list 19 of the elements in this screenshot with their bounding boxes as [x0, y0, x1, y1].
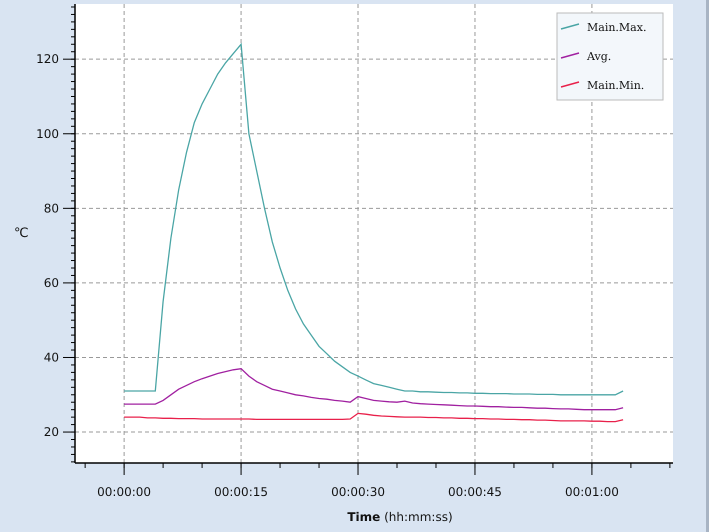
x-tick-label: 00:00:45: [448, 485, 502, 499]
x-tick-label: 00:01:00: [564, 485, 619, 499]
y-tick-label: 40: [44, 350, 59, 364]
y-tick-label: 20: [44, 425, 59, 440]
legend-line-icon: [560, 52, 580, 59]
y-axis-title: ℃: [14, 226, 29, 241]
legend-line-icon: [560, 81, 580, 88]
legend-label: Main.Min.: [587, 79, 644, 92]
y-tick-label: 100: [36, 126, 59, 141]
x-tick-label: 00:00:15: [214, 485, 268, 499]
y-tick-label: 80: [44, 201, 59, 216]
y-tick-label: 60: [44, 276, 59, 290]
legend-label: Main.Max.: [587, 21, 646, 34]
x-axis-title: Time (hh:mm:ss): [347, 510, 453, 524]
y-tick-label: 120: [36, 52, 59, 66]
legend-line-icon: [560, 23, 580, 30]
legend-label: Avg.: [587, 50, 612, 63]
x-tick-label: 00:00:00: [97, 485, 152, 499]
x-tick-label: 00:00:30: [331, 485, 385, 499]
